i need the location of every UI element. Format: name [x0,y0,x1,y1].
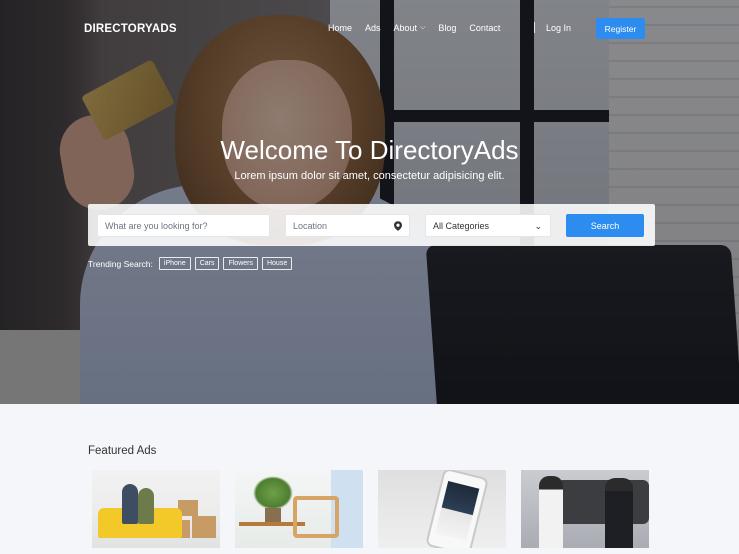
brand-logo[interactable]: DIRECTORYADS [84,23,177,35]
nav-home[interactable]: Home [328,23,352,33]
plant-image [253,476,293,510]
nav-about-label: About [393,23,418,33]
car-image [557,480,649,524]
nav-blog[interactable]: Blog [438,23,456,33]
nav-contact[interactable]: Contact [469,23,500,33]
nav-ads[interactable]: Ads [365,23,381,33]
phone-image [425,470,489,548]
top-nav: DIRECTORYADS Home Ads About ⌵ Blog Contac… [0,0,739,56]
person-image [122,484,138,524]
phone-screen [435,480,480,542]
ad-image [378,470,506,548]
hero-overlay [0,0,739,404]
trending-tag-cars[interactable]: Cars [194,257,220,270]
trending-tag-house[interactable]: House [261,257,293,270]
nav-blog-label: Blog [438,23,457,33]
trending-tag-iphone[interactable]: iPhone [158,257,191,270]
location-input-placeholder: Location [293,220,328,231]
person-image [138,488,154,524]
search-button[interactable]: Search [566,214,644,237]
ad-image [235,470,363,548]
category-select-value: All Categories [433,220,490,231]
location-input[interactable]: Location [285,214,410,237]
ad-card-phone[interactable] [378,470,506,548]
search-panel: What are you looking for? Location All C… [88,204,655,246]
person-image [539,476,563,548]
hero-background [0,0,739,404]
nav-ads-label: Ads [365,23,381,33]
search-input-placeholder: What are you looking for? [105,220,208,231]
ad-image [92,470,220,548]
pot-image [265,508,281,522]
nav-about[interactable]: About ⌵ [394,23,426,33]
nav-home-label: Home [328,23,353,33]
register-button[interactable]: Register [596,18,645,39]
trending-tag-flowers[interactable]: Flowers [223,257,258,270]
ad-image [521,470,649,548]
featured-ads-heading: Featured Ads [88,445,157,457]
ad-card-cars[interactable] [521,470,649,548]
hero-subtitle: Lorem ipsum dolor sit amet, consectetur … [234,170,505,182]
box-image [192,516,216,538]
ad-card-furniture[interactable] [92,470,220,548]
login-link[interactable]: Log In [546,23,571,33]
chevron-down-icon: ⌵ [420,24,426,31]
main-menu: Home Ads About ⌵ Blog Contact [328,23,513,33]
chair-image [293,496,339,538]
map-pin-icon [394,221,402,231]
featured-ads-list [92,470,652,550]
person-image [605,478,633,548]
nav-divider [534,22,535,33]
search-input[interactable]: What are you looking for? [97,214,270,237]
chevron-down-icon: ⌄ [534,221,542,231]
nav-contact-label: Contact [469,23,501,33]
trending-label: Trending Search: [88,258,153,269]
ad-card-home-decor[interactable] [235,470,363,548]
category-select[interactable]: All Categories ⌄ [425,214,551,237]
hero-title: Welcome To DirectoryAds [220,135,519,165]
trending-search: Trending Search: iPhone Cars Flowers Hou… [88,257,296,270]
